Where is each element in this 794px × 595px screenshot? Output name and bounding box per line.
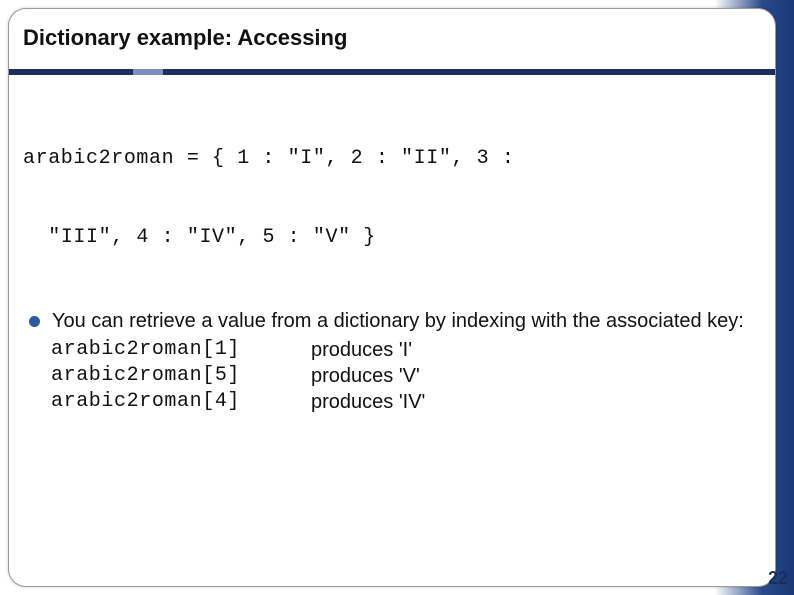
example-code: arabic2roman[5]	[51, 363, 311, 389]
slide-title: Dictionary example: Accessing	[23, 25, 761, 51]
bullet-item: You can retrieve a value from a dictiona…	[23, 308, 761, 334]
example-code: arabic2roman[1]	[51, 337, 311, 363]
bullet-icon	[29, 316, 40, 327]
code-line: "III", 4 : "IV", 5 : "V" }	[23, 225, 761, 251]
divider-rule	[9, 69, 775, 75]
code-line: arabic2roman = { 1 : "I", 2 : "II", 3 :	[23, 146, 761, 172]
example-result: produces 'V'	[311, 363, 761, 389]
example-result: produces 'I'	[311, 337, 761, 363]
page-number: 22	[768, 568, 788, 589]
code-definition: arabic2roman = { 1 : "I", 2 : "II", 3 : …	[23, 93, 761, 304]
divider-accent	[133, 69, 163, 75]
slide-frame: Dictionary example: Accessing arabic2rom…	[8, 8, 776, 587]
examples-grid: arabic2roman[1] produces 'I' arabic2roma…	[51, 337, 761, 416]
example-result: produces 'IV'	[311, 389, 761, 415]
bullet-text: You can retrieve a value from a dictiona…	[52, 308, 761, 334]
slide-content: arabic2roman = { 1 : "I", 2 : "II", 3 : …	[9, 75, 775, 416]
title-area: Dictionary example: Accessing	[9, 9, 775, 61]
example-code: arabic2roman[4]	[51, 389, 311, 415]
